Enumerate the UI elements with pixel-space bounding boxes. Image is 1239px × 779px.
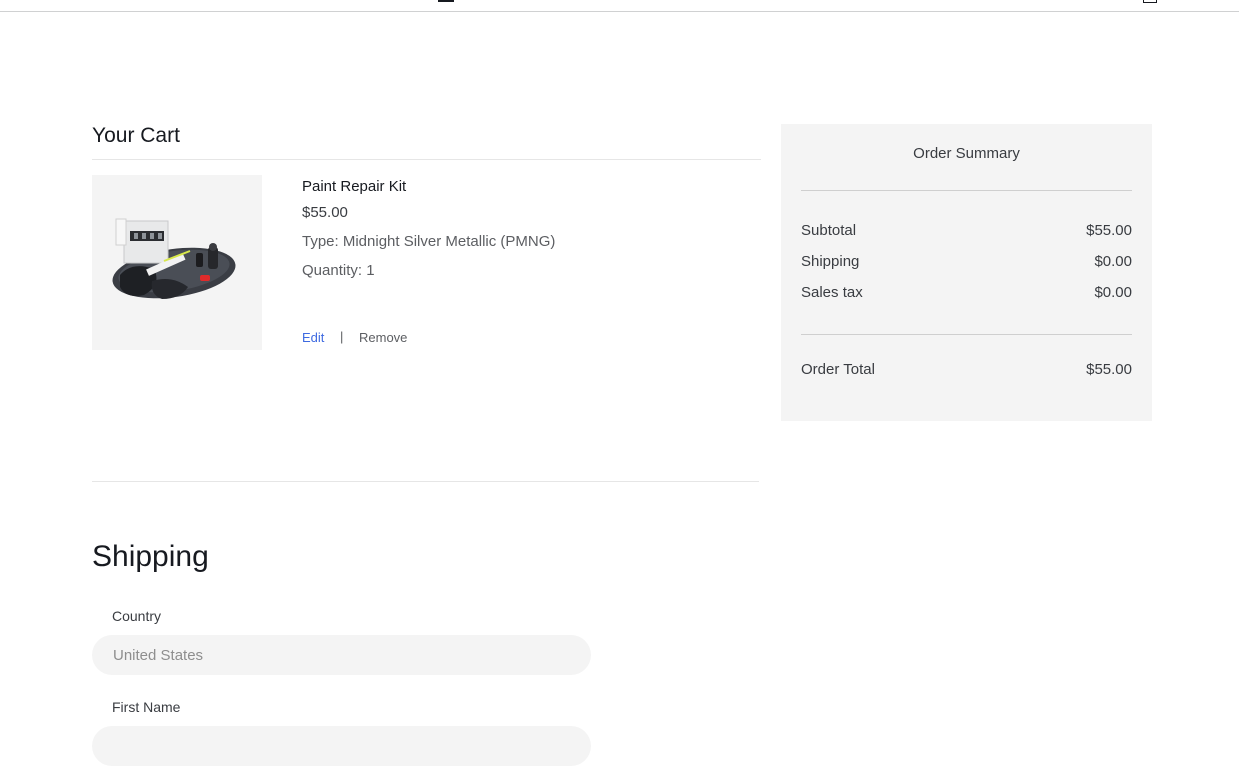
cart-title: Your Cart	[92, 124, 180, 147]
product-name[interactable]: Paint Repair Kit	[302, 178, 406, 195]
country-select[interactable]	[92, 635, 591, 675]
first-name-label: First Name	[112, 699, 181, 715]
order-summary-panel: Order Summary Subtotal $55.00 Shipping $…	[781, 124, 1152, 421]
paint-repair-kit-image	[112, 218, 236, 299]
summary-row-sales-tax: Sales tax $0.00	[801, 284, 1132, 301]
order-total-label: Order Total	[801, 361, 875, 378]
top-navigation-bar	[0, 0, 1239, 12]
summary-value: $0.00	[1094, 284, 1132, 301]
summary-label: Shipping	[801, 253, 860, 270]
summary-divider	[801, 334, 1132, 335]
summary-row-subtotal: Subtotal $55.00	[801, 222, 1132, 239]
summary-row-shipping: Shipping $0.00	[801, 253, 1132, 270]
shipping-title: Shipping	[92, 540, 209, 573]
summary-row-order-total: Order Total $55.00	[801, 361, 1132, 378]
edit-link[interactable]: Edit	[302, 330, 324, 345]
summary-value: $55.00	[1086, 222, 1132, 239]
section-divider	[92, 481, 759, 482]
order-total-value: $55.00	[1086, 361, 1132, 378]
product-price: $55.00	[302, 204, 348, 221]
product-image	[92, 175, 262, 350]
link-separator: |	[340, 329, 344, 344]
summary-value: $0.00	[1094, 253, 1132, 270]
summary-divider	[801, 190, 1132, 191]
product-quantity: Quantity: 1	[302, 262, 375, 279]
country-label: Country	[112, 608, 162, 624]
first-name-input[interactable]	[92, 726, 591, 766]
summary-label: Sales tax	[801, 284, 863, 301]
summary-label: Subtotal	[801, 222, 857, 239]
remove-link[interactable]: Remove	[359, 330, 407, 345]
product-type: Type: Midnight Silver Metallic (PMNG)	[302, 233, 556, 250]
logo[interactable]	[438, 0, 454, 2]
order-summary-title: Order Summary	[913, 145, 1020, 162]
cart-icon[interactable]	[1143, 0, 1157, 3]
cart-divider	[92, 159, 761, 160]
